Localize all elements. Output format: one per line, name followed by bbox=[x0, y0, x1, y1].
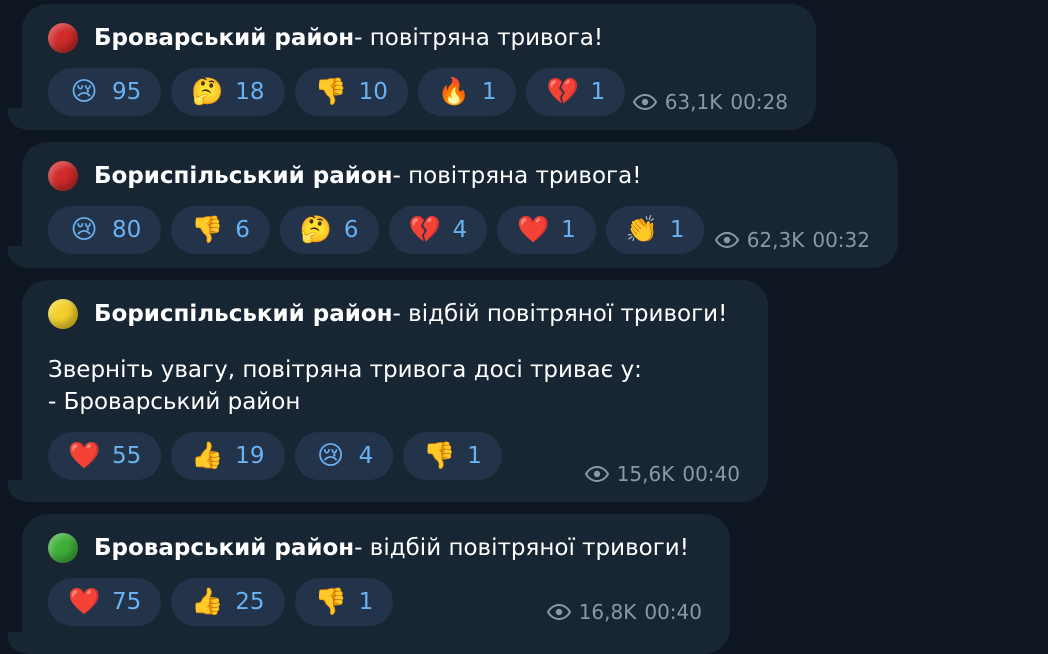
message-note: Зверніть увагу, повітряна тривога досі т… bbox=[48, 357, 642, 415]
reaction-button[interactable]: 💔 1 bbox=[526, 68, 626, 116]
alert-status: - відбій повітряної тривоги! bbox=[392, 301, 728, 327]
reaction-button[interactable]: 👎 1 bbox=[294, 578, 394, 626]
message-headline: Броварський район - відбій повітряної тр… bbox=[48, 532, 730, 564]
thumbs-down-icon: 👎 bbox=[314, 587, 347, 617]
message-headline: Бориспільський район - відбій повітряної… bbox=[48, 298, 768, 330]
message-time: 00:40 bbox=[682, 462, 740, 486]
message-bubble[interactable]: Бориспільський район - відбій повітряної… bbox=[8, 280, 768, 502]
bubble-tail bbox=[8, 480, 30, 502]
eye-icon bbox=[546, 604, 571, 620]
reaction-count: 19 bbox=[235, 443, 265, 469]
thinking-face-icon: 🤔 bbox=[299, 215, 333, 245]
eye-icon bbox=[584, 466, 609, 482]
clapping-hands-icon: 👏 bbox=[625, 215, 659, 245]
yellow-circle-icon bbox=[48, 299, 78, 329]
red-heart-icon: ❤️ bbox=[68, 587, 101, 617]
reaction-count: 1 bbox=[467, 443, 482, 469]
crying-face-icon: 😢 bbox=[70, 215, 98, 245]
reaction-button[interactable]: 👍 25 bbox=[171, 578, 285, 626]
reaction-button[interactable]: 👏 1 bbox=[605, 206, 705, 254]
reaction-count: 18 bbox=[235, 79, 265, 105]
reaction-count: 25 bbox=[235, 589, 265, 615]
message-headline: Броварський район - повітряна тривога! bbox=[48, 22, 816, 54]
reaction-count: 6 bbox=[235, 217, 250, 243]
crying-face-icon: 😢 bbox=[70, 77, 98, 107]
reaction-button[interactable]: 🔥 1 bbox=[417, 68, 517, 116]
reaction-button[interactable]: 👎 6 bbox=[171, 206, 270, 254]
reaction-count: 55 bbox=[112, 443, 142, 469]
message-bubble[interactable]: Броварський район - відбій повітряної тр… bbox=[8, 514, 730, 654]
red-heart-icon: ❤️ bbox=[68, 441, 101, 471]
crying-face-icon: 😢 bbox=[317, 441, 345, 471]
red-circle-icon bbox=[48, 161, 78, 191]
message-meta: 62,3K 00:32 bbox=[714, 228, 870, 252]
message-meta: 16,8K 00:40 bbox=[546, 600, 702, 624]
reaction-button[interactable]: 👍 19 bbox=[171, 432, 285, 480]
view-count: 63,1K bbox=[664, 90, 723, 114]
reaction-count: 75 bbox=[112, 589, 142, 615]
reaction-button[interactable]: 🤔 18 bbox=[171, 68, 285, 116]
reaction-count: 4 bbox=[452, 217, 468, 243]
reaction-button[interactable]: 💔 4 bbox=[388, 206, 488, 254]
reaction-count: 80 bbox=[112, 217, 142, 243]
broken-heart-icon: 💔 bbox=[408, 215, 441, 245]
reaction-count: 1 bbox=[669, 217, 685, 243]
message-time: 00:28 bbox=[730, 90, 788, 114]
reaction-button[interactable]: 😢 95 bbox=[48, 68, 162, 116]
reaction-count: 4 bbox=[358, 443, 374, 469]
reaction-button[interactable]: ❤️ 75 bbox=[48, 578, 162, 626]
thumbs-down-icon: 👎 bbox=[423, 441, 456, 471]
reaction-button[interactable]: 👎 1 bbox=[403, 432, 502, 480]
district-name: Броварський район bbox=[94, 535, 355, 561]
reaction-button[interactable]: ❤️ 55 bbox=[48, 432, 162, 480]
reaction-count: 95 bbox=[112, 79, 142, 105]
district-name: Бориспільський район bbox=[94, 163, 393, 189]
fire-icon: 🔥 bbox=[437, 77, 471, 107]
eye-icon bbox=[632, 94, 657, 110]
reaction-count: 1 bbox=[561, 217, 576, 243]
message-headline: Бориспільський район - повітряна тривога… bbox=[48, 160, 898, 192]
reaction-count: 10 bbox=[358, 79, 388, 105]
reaction-count: 1 bbox=[481, 79, 497, 105]
reaction-count: 1 bbox=[358, 589, 374, 615]
view-count: 15,6K bbox=[616, 462, 675, 486]
message-bubble[interactable]: Броварський район - повітряна тривога! 😢… bbox=[8, 4, 816, 130]
thinking-face-icon: 🤔 bbox=[191, 77, 224, 107]
reaction-button[interactable]: ❤️ 1 bbox=[497, 206, 596, 254]
broken-heart-icon: 💔 bbox=[546, 77, 579, 107]
message-meta: 63,1K 00:28 bbox=[632, 90, 788, 114]
green-circle-icon bbox=[48, 533, 78, 563]
red-heart-icon: ❤️ bbox=[517, 215, 550, 245]
bubble-tail bbox=[8, 246, 30, 268]
eye-icon bbox=[714, 232, 739, 248]
thumbs-up-icon: 👍 bbox=[191, 441, 224, 471]
thumbs-up-icon: 👍 bbox=[191, 587, 224, 617]
red-circle-icon bbox=[48, 23, 78, 53]
alert-status: - повітряна тривога! bbox=[392, 163, 642, 189]
bubble-tail bbox=[8, 108, 30, 130]
reaction-count: 1 bbox=[590, 79, 606, 105]
reaction-button[interactable]: 🤔 6 bbox=[279, 206, 379, 254]
view-count: 62,3K bbox=[746, 228, 805, 252]
reaction-button[interactable]: 😢 4 bbox=[294, 432, 394, 480]
reaction-button[interactable]: 👎 10 bbox=[294, 68, 408, 116]
district-name: Бориспільський район bbox=[94, 301, 393, 327]
thumbs-down-icon: 👎 bbox=[191, 215, 224, 245]
message-meta: 15,6K 00:40 bbox=[584, 462, 740, 486]
bubble-tail bbox=[8, 632, 30, 654]
alert-status: - повітряна тривога! bbox=[354, 25, 604, 51]
message-time: 00:40 bbox=[644, 600, 702, 624]
view-count: 16,8K bbox=[578, 600, 637, 624]
district-name: Броварський район bbox=[94, 25, 355, 51]
message-bubble[interactable]: Бориспільський район - повітряна тривога… bbox=[8, 142, 898, 268]
reaction-count: 6 bbox=[343, 217, 359, 243]
thumbs-down-icon: 👎 bbox=[314, 77, 347, 107]
reaction-button[interactable]: 😢 80 bbox=[48, 206, 162, 254]
message-time: 00:32 bbox=[812, 228, 870, 252]
alert-status: - відбій повітряної тривоги! bbox=[354, 535, 689, 561]
